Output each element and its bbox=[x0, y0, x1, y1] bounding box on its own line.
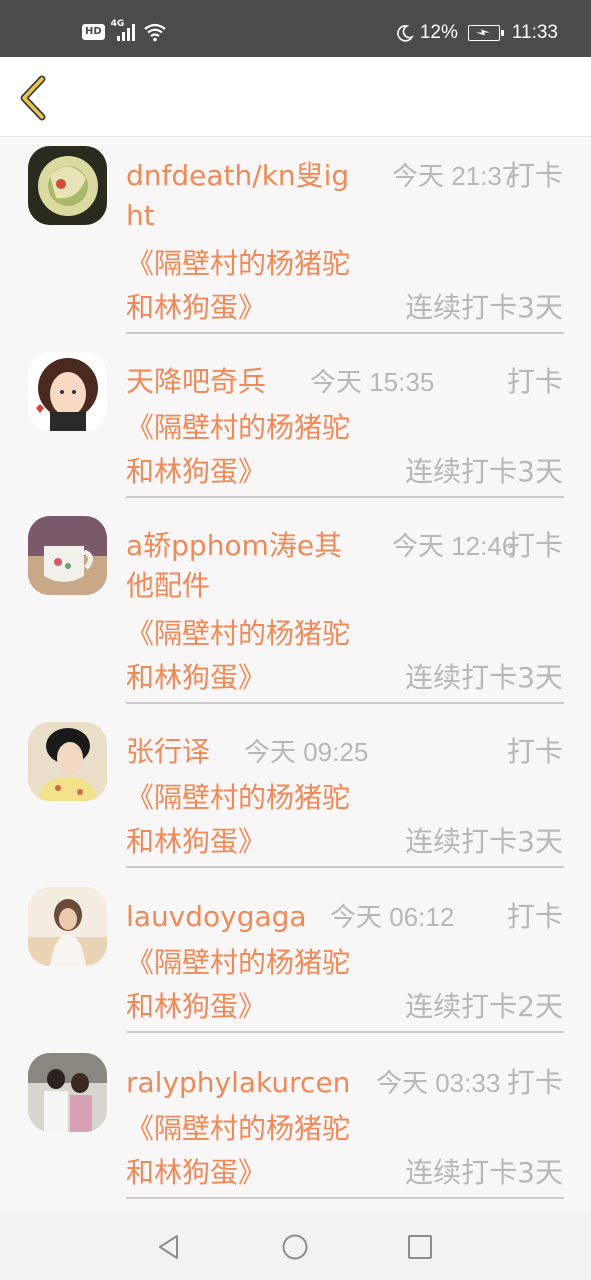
user-name[interactable]: lauvdoygaga bbox=[126, 897, 356, 937]
back-triangle-icon[interactable] bbox=[155, 1233, 183, 1261]
avatar[interactable] bbox=[28, 722, 107, 801]
checkin-label: 打卡 bbox=[506, 1066, 563, 1099]
avatar[interactable] bbox=[28, 516, 107, 595]
checkin-time: 今天 03:33 bbox=[376, 1068, 501, 1098]
app-header bbox=[0, 57, 591, 137]
checkin-time: 今天 12:46 bbox=[392, 531, 517, 561]
recents-square-icon[interactable] bbox=[406, 1233, 434, 1261]
divider bbox=[126, 332, 564, 334]
wifi-icon bbox=[143, 23, 166, 42]
streak-text: 连续打卡3天 bbox=[405, 291, 563, 324]
user-name[interactable]: ralyphylakurcen bbox=[126, 1063, 366, 1103]
checkin-label: 打卡 bbox=[506, 900, 563, 933]
divider bbox=[126, 1197, 564, 1199]
chevron-left-icon[interactable] bbox=[16, 73, 52, 123]
checkin-label: 打卡 bbox=[506, 159, 563, 192]
avatar[interactable] bbox=[28, 352, 107, 431]
status-left: HD 4G bbox=[82, 19, 167, 42]
book-title[interactable]: 《隔壁村的杨猪驼和林狗蛋》 bbox=[126, 1107, 376, 1195]
moon-icon bbox=[396, 25, 414, 42]
checkin-time: 今天 09:25 bbox=[244, 737, 369, 767]
streak-text: 连续打卡3天 bbox=[405, 661, 563, 694]
streak-text: 连续打卡3天 bbox=[405, 455, 563, 488]
status-bar: HD 4G 12% 11:33 bbox=[0, 0, 591, 57]
book-title[interactable]: 《隔壁村的杨猪驼和林狗蛋》 bbox=[126, 242, 376, 330]
checkin-time: 今天 15:35 bbox=[310, 367, 435, 397]
list-item[interactable]: 张行译 今天 09:25 打卡 《隔壁村的杨猪驼和林狗蛋》 连续打卡3天 bbox=[0, 714, 591, 874]
user-name[interactable]: dnfdeath/kn叟ight bbox=[126, 156, 356, 236]
checkin-label: 打卡 bbox=[506, 365, 563, 398]
status-right: 12% 11:33 bbox=[396, 22, 558, 44]
divider bbox=[126, 866, 564, 868]
signal-icon: 4G bbox=[110, 19, 137, 42]
list-item[interactable]: 天降吧奇兵 今天 15:35 打卡 《隔壁村的杨猪驼和林狗蛋》 连续打卡3天 bbox=[0, 344, 591, 504]
battery-charging-icon bbox=[467, 25, 504, 41]
book-title[interactable]: 《隔壁村的杨猪驼和林狗蛋》 bbox=[126, 941, 376, 1029]
home-circle-icon[interactable] bbox=[281, 1233, 309, 1261]
checkin-time: 今天 21:37 bbox=[392, 161, 517, 191]
avatar[interactable] bbox=[28, 1053, 107, 1132]
list-item[interactable]: ralyphylakurcen 今天 03:33 打卡 《隔壁村的杨猪驼和林狗蛋… bbox=[0, 1045, 591, 1205]
battery-percent: 12% bbox=[419, 22, 458, 43]
avatar[interactable] bbox=[28, 887, 107, 966]
avatar[interactable] bbox=[28, 146, 107, 225]
user-name[interactable]: a轿pphom涛e其他配件 bbox=[126, 526, 356, 606]
streak-text: 连续打卡3天 bbox=[405, 825, 563, 858]
network-gen-label: 4G bbox=[110, 19, 125, 29]
hd-badge: HD bbox=[82, 24, 105, 40]
divider bbox=[126, 1031, 564, 1033]
divider bbox=[126, 702, 564, 704]
list-item[interactable]: dnfdeath/kn叟ight 今天 21:37 打卡 《隔壁村的杨猪驼和林狗… bbox=[0, 138, 591, 334]
divider bbox=[126, 496, 564, 498]
book-title[interactable]: 《隔壁村的杨猪驼和林狗蛋》 bbox=[126, 612, 376, 700]
streak-text: 连续打卡2天 bbox=[405, 990, 563, 1023]
list-item[interactable]: a轿pphom涛e其他配件 今天 12:46 打卡 《隔壁村的杨猪驼和林狗蛋》 … bbox=[0, 508, 591, 708]
book-title[interactable]: 《隔壁村的杨猪驼和林狗蛋》 bbox=[126, 406, 376, 494]
status-time: 11:33 bbox=[511, 22, 558, 43]
system-nav-bar bbox=[0, 1213, 591, 1280]
list-item[interactable]: lauvdoygaga 今天 06:12 打卡 《隔壁村的杨猪驼和林狗蛋》 连续… bbox=[0, 879, 591, 1039]
checkin-time: 今天 06:12 bbox=[330, 902, 455, 932]
streak-text: 连续打卡3天 bbox=[405, 1156, 563, 1189]
book-title[interactable]: 《隔壁村的杨猪驼和林狗蛋》 bbox=[126, 776, 376, 864]
checkin-label: 打卡 bbox=[506, 735, 563, 768]
checkin-label: 打卡 bbox=[506, 529, 563, 562]
